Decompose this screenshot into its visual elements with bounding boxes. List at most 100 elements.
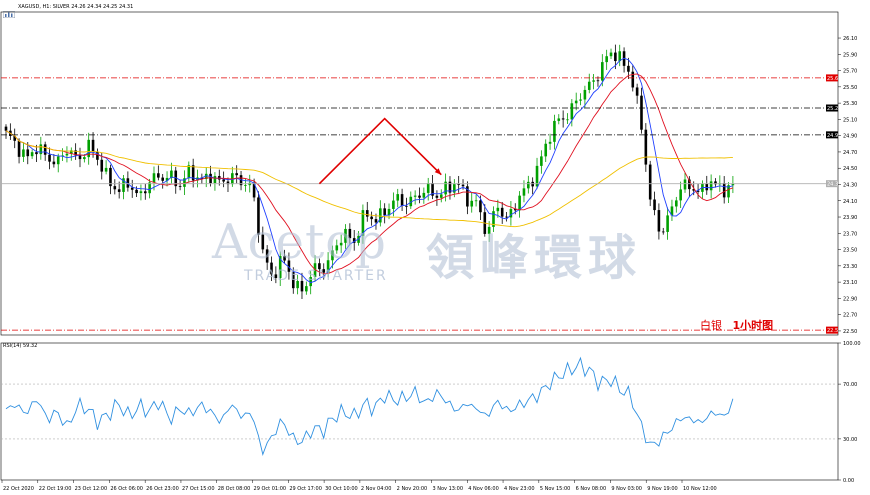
price-tick-label: 24.10 — [843, 199, 857, 205]
candle-body — [679, 189, 682, 201]
candle-body — [470, 200, 474, 207]
time-tick-label: 2 Nov 20:00 — [397, 486, 428, 492]
rsi-tick-label: 30.00 — [843, 437, 857, 443]
candle-body — [426, 183, 430, 193]
candle-body — [566, 119, 569, 121]
candle-body — [305, 286, 308, 292]
candle-body — [135, 189, 138, 194]
price-tick-label: 25.90 — [843, 52, 857, 58]
candle-body — [418, 195, 421, 198]
candle-body — [648, 164, 652, 200]
candle-body — [609, 52, 613, 57]
candle-body — [683, 179, 687, 190]
candle-body — [405, 205, 408, 207]
candle-body — [548, 141, 552, 144]
candle-body — [52, 161, 56, 165]
time-tick-label: 2 Nov 04:00 — [361, 486, 392, 492]
rsi-line — [5, 356, 734, 456]
time-tick-label: 27 Oct 15:00 — [182, 486, 215, 492]
candle-body — [235, 173, 238, 176]
price-tick-label: 23.90 — [843, 215, 857, 221]
candle-body — [83, 157, 86, 160]
candle-body — [78, 155, 82, 160]
time-tick-label: 30 Oct 10:00 — [325, 486, 358, 492]
candle-body — [48, 154, 51, 162]
watermark-brand-latin: Acetop — [212, 214, 387, 270]
candle-body — [209, 173, 212, 184]
time-tick-label: 10 Nov 12:00 — [683, 486, 717, 492]
candle-body — [400, 194, 404, 206]
candle-body — [479, 200, 482, 213]
candle-body — [130, 187, 134, 190]
candle-body — [35, 152, 38, 155]
candle-body — [152, 173, 156, 183]
watermark-tagline: TRADE SMARTER — [244, 268, 388, 284]
price-tick-label: 23.10 — [843, 280, 857, 286]
time-tick-label: 5 Nov 15:00 — [540, 486, 571, 492]
candle-body — [213, 176, 217, 184]
candle-body — [100, 159, 104, 172]
candle-body — [496, 207, 500, 212]
candle-body — [4, 126, 8, 131]
price-tick-label: 25.30 — [843, 101, 857, 107]
candle-body — [392, 200, 395, 209]
candle-body — [91, 139, 95, 152]
candle-body — [653, 199, 656, 211]
candle-body — [675, 200, 678, 207]
forecast-arrow-path — [318, 117, 442, 185]
price-tick-label: 24.50 — [843, 166, 857, 172]
candle-body — [614, 52, 617, 62]
price-tick-label: 25.10 — [843, 117, 857, 123]
time-tick-label: 28 Oct 08:00 — [218, 486, 251, 492]
candle-body — [413, 195, 417, 197]
candle-body — [117, 189, 121, 192]
candle-body — [17, 140, 21, 157]
candle-body — [527, 181, 530, 189]
candle-body — [587, 81, 591, 90]
time-tick-label: 4 Nov 06:00 — [468, 486, 499, 492]
candle-body — [178, 186, 182, 187]
candle-body — [705, 183, 709, 191]
candle-body — [627, 65, 630, 72]
candle-body — [104, 167, 108, 172]
annotation-asset: 白银 — [700, 319, 722, 332]
candle-body — [457, 184, 460, 185]
price-tick-label: 22.50 — [843, 329, 857, 335]
chart-annotation: 白银 1小时图 — [700, 317, 773, 333]
candle-body — [544, 143, 548, 157]
candle-body — [396, 194, 400, 201]
time-tick-label: 23 Oct 12:00 — [75, 486, 108, 492]
candle-body — [561, 118, 565, 120]
candle-body — [500, 207, 504, 217]
candle-body — [709, 181, 713, 191]
candle-body — [435, 195, 439, 198]
price-tick-label: 25.50 — [843, 85, 857, 91]
price-tick-label: 23.70 — [843, 231, 857, 237]
candle-body — [30, 152, 34, 157]
candle-body — [574, 100, 578, 104]
price-tick-label: 24.90 — [843, 134, 857, 140]
symbol-header: XAGUSD, H1: SILVER 24.26 24.34 24.25 24.… — [18, 4, 134, 10]
time-tick-label: 6 Nov 08:00 — [576, 486, 607, 492]
candle-body — [113, 186, 117, 190]
candle-body — [722, 183, 726, 198]
candle-body — [635, 87, 639, 96]
candle-body — [187, 165, 191, 179]
time-tick-label: 22 Oct 19:00 — [39, 486, 72, 492]
candle-body — [26, 149, 30, 157]
candle-body — [540, 156, 543, 166]
price-tick-label: 23.50 — [843, 248, 857, 254]
candle-body — [439, 194, 443, 198]
candle-body — [157, 173, 160, 178]
candle-body — [579, 99, 582, 101]
candle-body — [65, 153, 69, 156]
candle-body — [222, 179, 225, 182]
candle-body — [143, 191, 147, 194]
candle-body — [640, 95, 643, 130]
rsi-label: RSI(14) 59.32 — [3, 343, 38, 349]
price-level-label: 25.61 — [827, 76, 841, 82]
time-tick-label: 26 Oct 06:00 — [110, 486, 143, 492]
price-tick-label: 25.70 — [843, 69, 857, 75]
candle-body — [592, 80, 595, 82]
candle-body — [56, 156, 60, 165]
